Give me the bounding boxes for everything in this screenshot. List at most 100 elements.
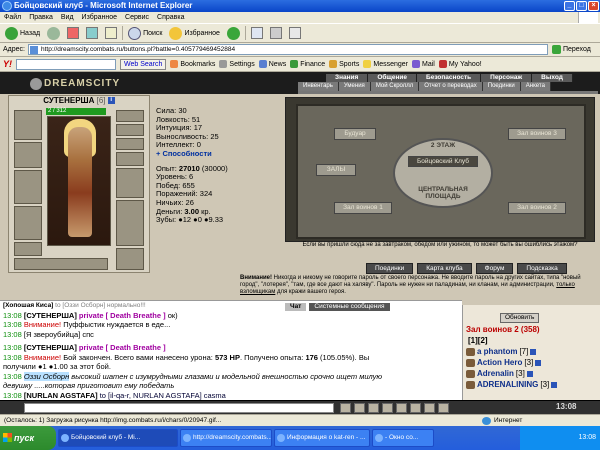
room-boudoir[interactable]: Будуар: [334, 128, 376, 140]
nav-obshchenie[interactable]: Общение: [368, 74, 418, 82]
slot-rings[interactable]: [116, 138, 144, 150]
menu-edit[interactable]: Правка: [29, 12, 53, 23]
refresh-button[interactable]: [84, 25, 100, 41]
filter-icon[interactable]: [382, 403, 393, 413]
media-button[interactable]: [225, 25, 242, 41]
player-item[interactable]: a phantom [7]: [466, 347, 537, 356]
info-icon[interactable]: [551, 381, 558, 388]
task-item[interactable]: Информация о kat-ren - ...: [274, 429, 370, 447]
slot-boots[interactable]: [116, 248, 144, 270]
window-title-bar[interactable]: Бойцовский клуб - Microsoft Internet Exp…: [0, 0, 600, 12]
room-zal-voinov-3[interactable]: Зал воинов 3: [508, 128, 566, 140]
web-search-button[interactable]: Web Search: [120, 58, 167, 70]
yahoo-search-input[interactable]: [16, 58, 116, 70]
slot-weapon[interactable]: [14, 170, 42, 204]
slot-earrings[interactable]: [116, 110, 144, 122]
forward-button[interactable]: [45, 25, 62, 41]
task-item[interactable]: http://dreamscity.combats...: [180, 429, 272, 447]
tab-chat[interactable]: Чат: [285, 303, 307, 311]
nav-umeniya[interactable]: Умения: [338, 82, 371, 91]
yahoo-sports-button[interactable]: Sports: [329, 60, 359, 68]
nav-moy-scroll[interactable]: Мой Скроллл: [370, 82, 420, 91]
settings-icon[interactable]: [424, 403, 435, 413]
slot-legs[interactable]: [116, 200, 144, 246]
room-pagination[interactable]: [1][2]: [468, 336, 488, 345]
yahoo-logo[interactable]: Y!: [3, 59, 12, 69]
address-input[interactable]: http://dreamscity.combats.ru/buttons.pl?…: [27, 44, 548, 55]
menu-favorites[interactable]: Избранное: [82, 12, 117, 23]
info-icon[interactable]: [530, 348, 537, 355]
clear-icon[interactable]: [354, 403, 365, 413]
yahoo-myyahoo-button[interactable]: My Yahoo!: [438, 60, 482, 68]
duels-button[interactable]: Поединки: [366, 263, 414, 274]
chat-private[interactable]: private [ Death Breathe ]: [79, 343, 166, 352]
tab-system-messages[interactable]: Системные сообщения: [309, 303, 390, 311]
slot-belt[interactable]: [14, 242, 42, 256]
yahoo-settings-button[interactable]: Settings: [219, 60, 255, 68]
refresh-list-button[interactable]: Обновить: [500, 313, 540, 323]
chat-author[interactable]: Оззи Осборн: [23, 371, 70, 381]
room-zal-voinov-1[interactable]: Зал воинов 1: [334, 202, 392, 214]
close-button[interactable]: ×: [588, 1, 599, 11]
minimize-button[interactable]: _: [564, 1, 575, 11]
room-zal-voinov-2[interactable]: Зал воинов 2: [508, 202, 566, 214]
stop-button[interactable]: [65, 25, 81, 41]
translit-icon[interactable]: [396, 403, 407, 413]
print-button[interactable]: [268, 25, 284, 41]
chat-private[interactable]: private [ Death Breathe ]: [79, 311, 166, 320]
nav-poedinki[interactable]: Поединки: [482, 82, 521, 91]
nav-anketa[interactable]: Анкета: [520, 82, 551, 91]
nav-inventar[interactable]: Инвентарь: [298, 82, 339, 91]
favorites-button[interactable]: Избранное: [167, 25, 221, 41]
player-item[interactable]: Adrenalin [3]: [466, 369, 533, 378]
info-icon[interactable]: [535, 359, 542, 366]
chat-author[interactable]: [NURLAN AGSTAFA]: [24, 391, 98, 400]
nav-znaniya[interactable]: Знания: [326, 74, 369, 82]
hint-button[interactable]: Подсказка: [517, 263, 567, 274]
slot-gloves[interactable]: [116, 152, 144, 166]
club-map-button[interactable]: Карта клуба: [417, 263, 472, 274]
search-button[interactable]: Поиск: [126, 25, 164, 41]
exit-icon[interactable]: [438, 403, 449, 413]
yahoo-messenger-button[interactable]: Messenger: [363, 60, 408, 68]
chat-input[interactable]: [24, 403, 334, 413]
forum-button[interactable]: Форум: [475, 263, 514, 274]
start-button[interactable]: пуск: [0, 426, 56, 450]
yahoo-mail-button[interactable]: Mail: [412, 60, 435, 68]
menu-file[interactable]: Файл: [4, 12, 21, 23]
chat-log[interactable]: [Хопошая Киса] to [Оззи Осборн] нормальн…: [0, 300, 462, 400]
slot-armor[interactable]: [14, 206, 42, 240]
nav-bezopasnost[interactable]: Безопасность: [417, 74, 482, 82]
smiley-icon[interactable]: [368, 403, 379, 413]
menu-tools[interactable]: Сервис: [125, 12, 149, 23]
edit-button[interactable]: [287, 25, 303, 41]
info-icon[interactable]: i: [107, 97, 115, 105]
nav-otchet[interactable]: Отчет о переводах: [419, 82, 483, 91]
home-button[interactable]: [103, 25, 119, 41]
slot-shield[interactable]: [116, 168, 144, 198]
character-name[interactable]: СУТЕНЕРША [6] i: [8, 96, 150, 105]
room-zaly[interactable]: ЗАЛЫ: [316, 164, 356, 176]
slot-bracers[interactable]: [14, 142, 42, 168]
player-item[interactable]: Action Hero [3]: [466, 358, 542, 367]
nav-personazh[interactable]: Персонаж: [481, 74, 533, 82]
yahoo-finance-button[interactable]: Finance: [290, 60, 325, 68]
slot-amulet[interactable]: [116, 124, 144, 136]
go-button[interactable]: Переход: [551, 45, 591, 54]
task-item[interactable]: Бойцовский клуб - Mi...: [58, 429, 178, 447]
slot-pockets[interactable]: [14, 258, 108, 270]
yahoo-bookmarks-button[interactable]: Bookmarks: [170, 60, 215, 68]
chat-author[interactable]: [СУТЕНЕРША]: [24, 311, 77, 320]
character-figure[interactable]: [47, 116, 111, 246]
chat-author[interactable]: [СУТЕНЕРША]: [24, 343, 77, 352]
menu-help[interactable]: Справка: [157, 12, 184, 23]
send-icon[interactable]: [340, 403, 351, 413]
club-sign[interactable]: Бойцовский Клуб: [408, 156, 478, 167]
task-item[interactable]: - Окно со...: [372, 429, 434, 447]
scroll-icon[interactable]: [410, 403, 421, 413]
maximize-button[interactable]: □: [576, 1, 587, 11]
yahoo-news-button[interactable]: News: [258, 60, 286, 68]
abilities-link[interactable]: + Способности: [156, 149, 276, 159]
slot-helmet[interactable]: [14, 110, 42, 140]
back-button[interactable]: Назад: [3, 25, 42, 41]
